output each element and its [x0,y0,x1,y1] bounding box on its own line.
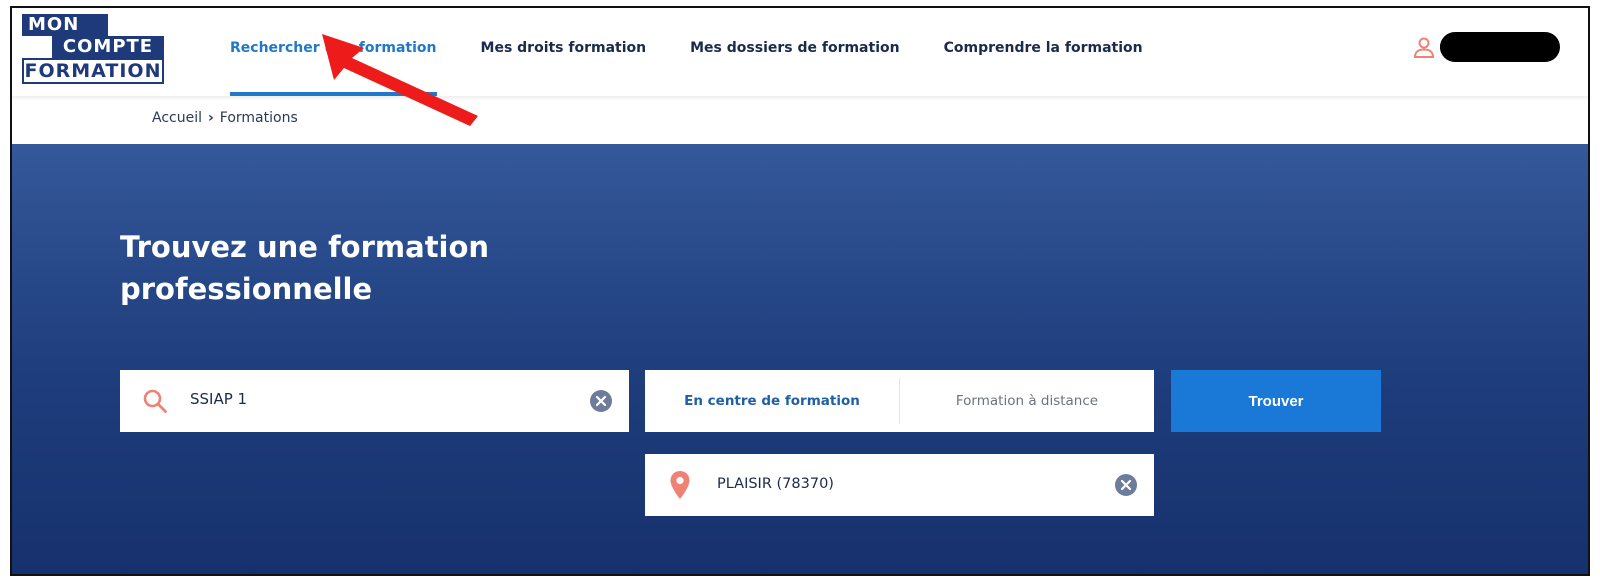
logo-line-2: COMPTE [52,36,164,58]
nav-rechercher-formation[interactable]: Rechercher une formation [230,8,437,96]
breadcrumb: Accueil › Formations [12,96,1588,144]
clear-search-icon[interactable] [590,390,612,412]
logo-line-1: MON [22,14,108,36]
find-button[interactable]: Trouver [1171,370,1381,432]
browser-frame: MON COMPTE FORMATION Rechercher une form… [10,6,1590,576]
search-hero: Trouvez une formation professionnelle SS… [12,144,1588,574]
site-logo[interactable]: MON COMPTE FORMATION [22,14,164,84]
location-pin-icon [670,471,690,499]
breadcrumb-home[interactable]: Accueil [152,110,202,126]
training-search-input[interactable]: SSIAP 1 [120,370,629,432]
search-icon [143,389,167,413]
search-value[interactable]: SSIAP 1 [190,390,247,408]
logo-line-3: FORMATION [22,58,164,84]
nav-mes-dossiers-formation[interactable]: Mes dossiers de formation [690,8,899,96]
location-input[interactable]: PLAISIR (78370) [645,454,1154,516]
main-nav: Rechercher une formation Mes droits form… [230,8,1187,96]
nav-mes-droits-formation[interactable]: Mes droits formation [481,8,647,96]
mode-option-formation-distance[interactable]: Formation à distance [900,370,1154,432]
user-icon[interactable] [1412,36,1436,60]
training-mode-toggle: En centre de formation Formation à dista… [645,370,1154,432]
breadcrumb-trail: Accueil › Formations [152,110,298,126]
hero-title: Trouvez une formation professionnelle [120,230,490,306]
clear-location-icon[interactable] [1115,474,1137,496]
location-value[interactable]: PLAISIR (78370) [717,476,834,492]
user-name-redacted[interactable]: ████████ [1440,32,1560,62]
nav-comprendre-formation[interactable]: Comprendre la formation [944,8,1143,96]
mode-option-centre-formation[interactable]: En centre de formation [645,370,899,432]
site-header: MON COMPTE FORMATION Rechercher une form… [12,8,1588,96]
breadcrumb-separator: › [208,110,214,126]
breadcrumb-current: Formations [219,110,298,126]
